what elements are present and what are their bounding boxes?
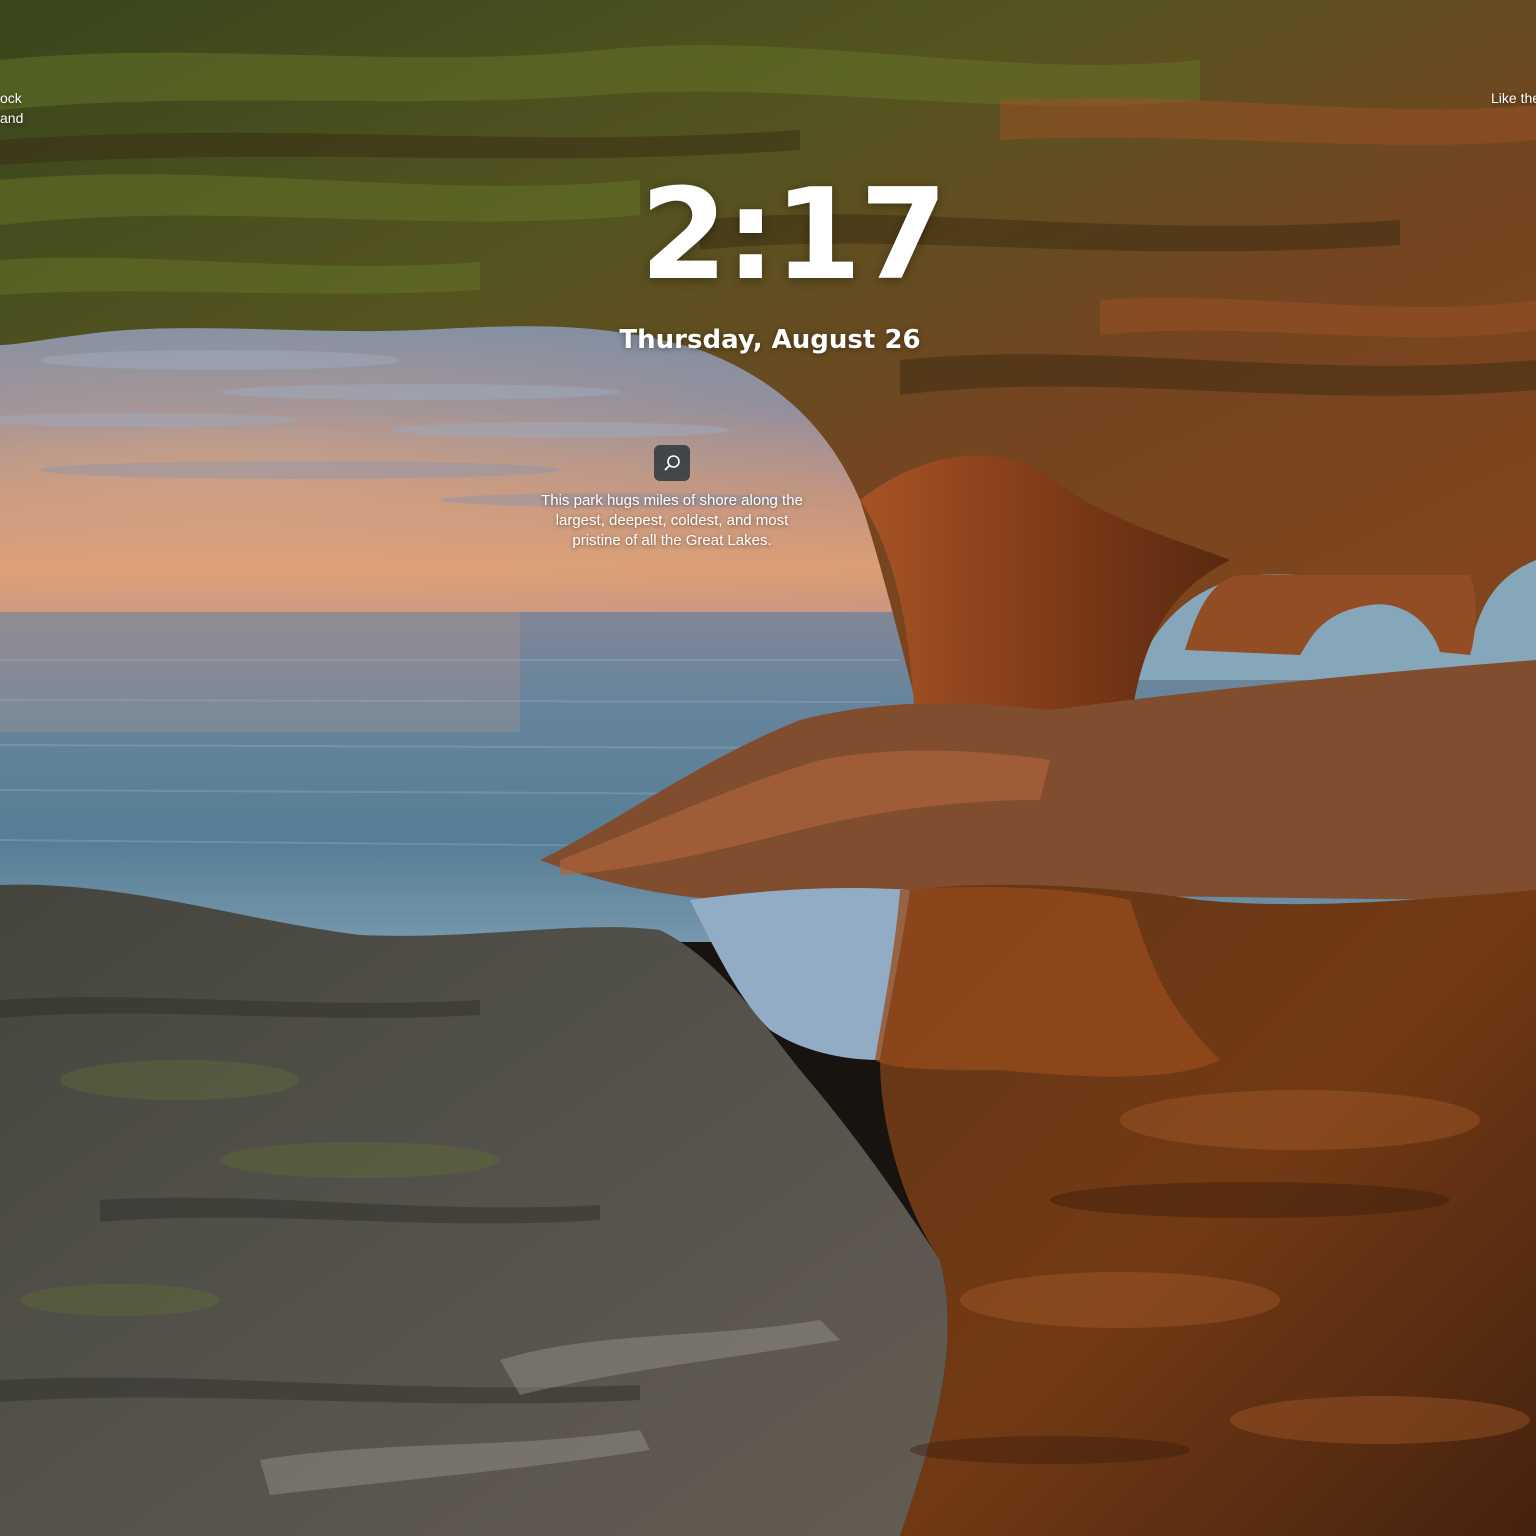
side-note-left-line-1: ock	[0, 90, 22, 106]
side-note-left-line-2: and	[0, 110, 24, 126]
spotlight-learn-more-button[interactable]	[654, 445, 690, 481]
lock-screen-date: Thursday, August 26	[619, 325, 921, 355]
search-icon	[664, 455, 680, 471]
spotlight-caption[interactable]: This park hugs miles of shore along the …	[530, 491, 814, 551]
lock-screen-clock: 2:17	[640, 161, 947, 308]
spotlight-side-note-right[interactable]: Like the	[1491, 88, 1536, 108]
spotlight-side-note-left[interactable]: ock and	[0, 88, 40, 128]
